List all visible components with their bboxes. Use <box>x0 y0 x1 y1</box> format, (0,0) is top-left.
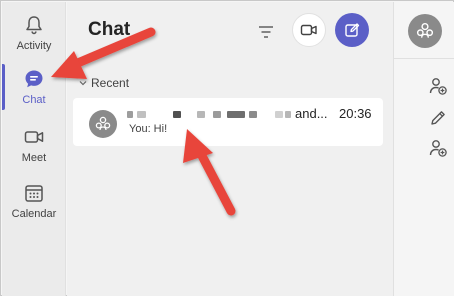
chat-participants-redacted <box>127 107 297 121</box>
pencil-icon[interactable] <box>428 108 448 128</box>
rail-item-calendar[interactable]: Calendar <box>2 174 66 230</box>
group-avatar <box>89 110 117 138</box>
rail-label-activity: Activity <box>16 40 52 52</box>
page-title: Chat <box>88 19 131 40</box>
rail-item-chat[interactable]: Chat <box>2 60 66 116</box>
compose-icon <box>345 23 360 37</box>
rail-item-activity[interactable]: Activity <box>2 6 66 62</box>
group-avatar[interactable] <box>408 14 442 48</box>
chat-details-pane <box>393 2 454 296</box>
filter-icon <box>259 26 273 38</box>
group-avatar-icon <box>416 22 434 38</box>
rail-label-chat: Chat <box>22 94 46 106</box>
app-rail: Activity Chat Meet Calendar <box>2 2 66 296</box>
chat-list-item[interactable]: and... 20:36 You: Hi! <box>73 98 383 146</box>
rail-label-calendar: Calendar <box>11 208 57 220</box>
group-avatar-icon <box>95 116 111 131</box>
rail-label-meet: Meet <box>21 152 47 164</box>
app-window: Activity Chat Meet Calendar Chat Recent … <box>0 0 454 296</box>
bell-icon <box>26 16 42 35</box>
recent-section-header[interactable]: Recent <box>79 76 129 90</box>
chevron-down-icon <box>79 81 87 86</box>
meet-now-button[interactable] <box>292 13 326 47</box>
video-camera-icon <box>300 24 317 36</box>
add-person-icon[interactable] <box>428 138 448 158</box>
chat-timestamp: 20:36 <box>339 106 372 121</box>
chat-icon <box>25 70 43 88</box>
calendar-icon <box>25 185 43 202</box>
video-camera-icon <box>24 131 44 143</box>
new-chat-button[interactable] <box>335 13 369 47</box>
chat-participants-suffix: and... <box>295 106 328 121</box>
add-person-icon[interactable] <box>428 76 448 96</box>
chat-list-panel: Chat Recent and... 20:36 You: Hi! <box>67 2 393 296</box>
filter-button[interactable] <box>254 21 278 43</box>
chat-last-message: You: Hi! <box>129 123 168 135</box>
divider <box>394 58 454 59</box>
rail-item-meet[interactable]: Meet <box>2 118 66 174</box>
recent-section-label: Recent <box>91 76 130 90</box>
